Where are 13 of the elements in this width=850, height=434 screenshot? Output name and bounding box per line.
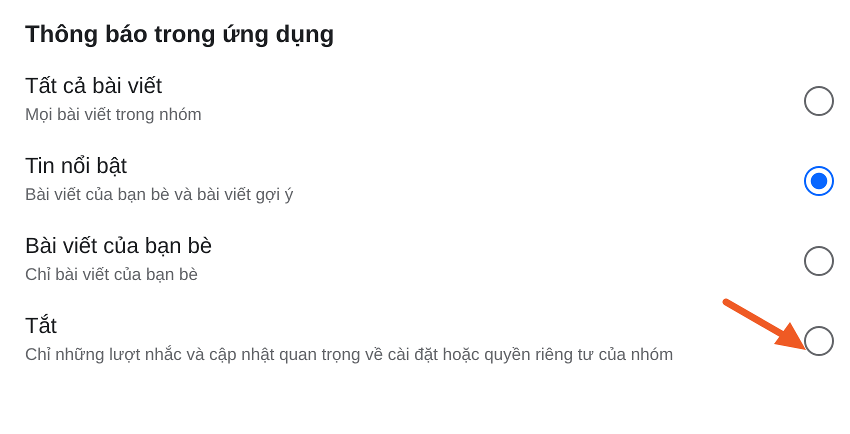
radio-button[interactable]	[804, 166, 834, 196]
option-title: Tắt	[25, 312, 58, 340]
option-description: Chỉ những lượt nhắc và cập nhật quan trọng về cài đặt hoặc quyền riêng tư của nhóm	[25, 344, 674, 366]
option-description: Chỉ bài viết của bạn bè	[25, 264, 199, 286]
option-description: Bài viết của bạn bè và bài viết gợi ý	[25, 184, 294, 206]
section-title: Thông báo trong ứng dụng	[25, 20, 336, 50]
radio-button[interactable]	[804, 86, 834, 116]
option-title: Tin nổi bật	[25, 152, 128, 180]
option-title: Tất cả bài viết	[25, 72, 163, 100]
radio-button[interactable]	[804, 326, 834, 356]
option-title: Bài viết của bạn bè	[25, 232, 214, 260]
radio-button[interactable]	[804, 246, 834, 276]
option-description: Mọi bài viết trong nhóm	[25, 104, 203, 126]
